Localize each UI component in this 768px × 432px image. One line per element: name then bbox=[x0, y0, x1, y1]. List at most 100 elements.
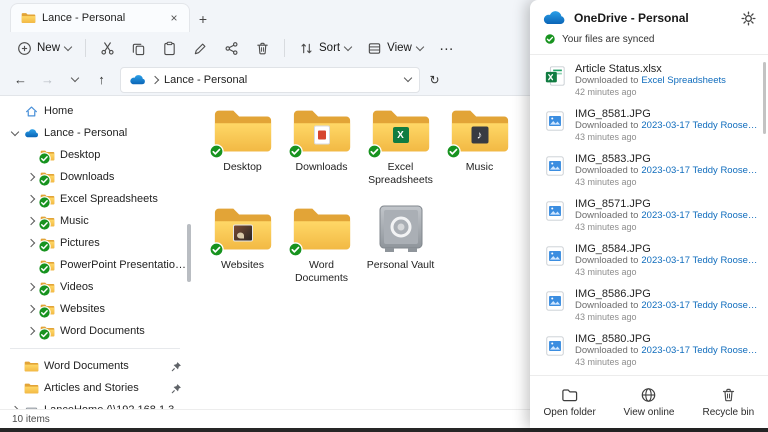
sidebar-item-music[interactable]: Music bbox=[4, 210, 186, 232]
address-input[interactable]: Lance - Personal bbox=[120, 67, 420, 93]
chevron-right-icon[interactable] bbox=[26, 305, 34, 313]
up-button[interactable] bbox=[89, 68, 114, 92]
delete-icon bbox=[255, 41, 270, 56]
chevron-right-icon[interactable] bbox=[26, 195, 34, 203]
pin-icon bbox=[171, 383, 182, 394]
view-online-button[interactable]: View online bbox=[609, 376, 688, 428]
activity-item[interactable]: IMG_8581.JPG Downloaded to2023-03-17 Ted… bbox=[530, 103, 768, 148]
sidebar-item-excel-spreadsheets[interactable]: Excel Spreadsheets bbox=[4, 188, 186, 210]
globe-icon bbox=[640, 387, 657, 403]
sidebar-scrollbar[interactable] bbox=[187, 224, 191, 282]
sidebar-item-downloads[interactable]: Downloads bbox=[4, 166, 186, 188]
sync-badge-icon bbox=[37, 152, 52, 165]
activity-item[interactable]: IMG_8584.JPG Downloaded to2023-03-17 Ted… bbox=[530, 238, 768, 283]
divider bbox=[10, 348, 180, 349]
photo-content-icon bbox=[233, 225, 253, 242]
footer-button-label: Recycle bin bbox=[702, 407, 754, 418]
file-tile-downloads[interactable]: Downloads bbox=[282, 102, 361, 198]
activity-target-link[interactable]: 2023-03-17 Teddy Roose… bbox=[641, 345, 757, 357]
folder-outline-icon bbox=[561, 387, 578, 403]
delete-button[interactable] bbox=[248, 37, 277, 60]
activity-target-link[interactable]: 2023-03-17 Teddy Roose… bbox=[641, 300, 757, 312]
activity-item[interactable]: IMG_8571.JPG Downloaded to2023-03-17 Ted… bbox=[530, 193, 768, 238]
screen: Lance - Personal New bbox=[0, 0, 768, 432]
refresh-button[interactable] bbox=[422, 68, 447, 92]
rename-button[interactable] bbox=[186, 37, 215, 60]
sidebar-item-desktop[interactable]: Desktop bbox=[4, 144, 186, 166]
file-name: Websites bbox=[221, 259, 264, 272]
open-folder-button[interactable]: Open folder bbox=[530, 376, 609, 428]
onedrive-cloud-icon bbox=[542, 10, 566, 26]
new-button[interactable]: New bbox=[10, 37, 78, 60]
sidebar-item-videos[interactable]: Videos bbox=[4, 276, 186, 298]
sidebar-item-word-documents[interactable]: Word Documents bbox=[4, 320, 186, 342]
sidebar-item-label: Pictures bbox=[60, 237, 100, 249]
file-tile-personal-vault[interactable]: Personal Vault bbox=[361, 200, 440, 296]
folder-icon bbox=[40, 325, 55, 338]
activity-target-link[interactable]: 2023-03-17 Teddy Roose… bbox=[641, 120, 757, 132]
sidebar-item-label: Excel Spreadsheets bbox=[60, 193, 158, 205]
activity-time: 43 minutes ago bbox=[575, 267, 757, 278]
folder-icon bbox=[24, 360, 39, 373]
file-tile-excel-spreadsheets[interactable]: Excel Spreadsheets bbox=[361, 102, 440, 198]
sync-badge-icon bbox=[288, 144, 303, 159]
folder-icon bbox=[40, 281, 55, 294]
panel-scrollbar[interactable] bbox=[763, 62, 766, 134]
navigation-pane: Home Lance - Personal Desktop Downloads bbox=[0, 96, 190, 410]
activity-file-name: IMG_8571.JPG bbox=[575, 198, 757, 210]
paste-icon bbox=[162, 41, 177, 56]
sidebar-item-pictures[interactable]: Pictures bbox=[4, 232, 186, 254]
tab-title: Lance - Personal bbox=[42, 12, 159, 24]
chevron-right-icon[interactable] bbox=[26, 283, 34, 291]
activity-item[interactable]: IMG_8580.JPG Downloaded to2023-03-17 Ted… bbox=[530, 328, 768, 373]
folder-icon bbox=[40, 193, 55, 206]
recent-locations-button[interactable] bbox=[62, 68, 87, 92]
sidebar-item-onedrive[interactable]: Lance - Personal bbox=[4, 122, 186, 144]
chevron-right-icon[interactable] bbox=[26, 327, 34, 335]
chevron-right-icon[interactable] bbox=[26, 239, 34, 247]
chevron-right-icon[interactable] bbox=[26, 217, 34, 225]
view-button[interactable]: View bbox=[360, 37, 430, 60]
copy-button[interactable] bbox=[124, 37, 153, 60]
recycle-bin-button[interactable]: Recycle bin bbox=[689, 376, 768, 428]
new-tab-button[interactable] bbox=[190, 6, 216, 32]
file-tile-music[interactable]: Music bbox=[440, 102, 519, 198]
view-icon bbox=[367, 41, 382, 56]
sidebar-item-websites[interactable]: Websites bbox=[4, 298, 186, 320]
pinned-item-word-documents[interactable]: Word Documents bbox=[4, 355, 186, 377]
activity-target-link[interactable]: Excel Spreadsheets bbox=[641, 75, 726, 87]
gear-icon[interactable] bbox=[741, 11, 756, 26]
pin-icon bbox=[171, 361, 182, 372]
share-button[interactable] bbox=[217, 37, 246, 60]
sync-badge-icon bbox=[37, 284, 52, 297]
tab-close-icon[interactable] bbox=[165, 9, 183, 27]
taskbar-edge bbox=[0, 428, 768, 432]
activity-target-link[interactable]: 2023-03-17 Teddy Roose… bbox=[641, 210, 757, 222]
activity-item[interactable]: IMG_8586.JPG Downloaded to2023-03-17 Ted… bbox=[530, 283, 768, 328]
cut-icon bbox=[100, 41, 115, 56]
sidebar-item-home[interactable]: Home bbox=[4, 100, 186, 122]
paste-button[interactable] bbox=[155, 37, 184, 60]
activity-item[interactable]: IMG_8583.JPG Downloaded to2023-03-17 Ted… bbox=[530, 148, 768, 193]
back-button[interactable] bbox=[8, 68, 33, 92]
cut-button[interactable] bbox=[93, 37, 122, 60]
sort-button[interactable]: Sort bbox=[292, 37, 358, 60]
activity-target-link[interactable]: 2023-03-17 Teddy Roose… bbox=[641, 255, 757, 267]
chevron-right-icon[interactable] bbox=[26, 173, 34, 181]
forward-button[interactable] bbox=[35, 68, 60, 92]
sidebar-item-label: Articles and Stories bbox=[44, 382, 139, 394]
more-options-button[interactable] bbox=[432, 36, 461, 61]
onedrive-cloud-icon bbox=[24, 127, 39, 140]
chevron-down-icon[interactable] bbox=[10, 127, 18, 135]
sidebar-item-powerpoint-presentations[interactable]: PowerPoint Presentations bbox=[4, 254, 186, 276]
activity-action: Downloaded to bbox=[575, 210, 638, 222]
file-tile-word-documents[interactable]: Word Documents bbox=[282, 200, 361, 296]
sync-badge-icon bbox=[288, 242, 303, 257]
file-tile-desktop[interactable]: Desktop bbox=[203, 102, 282, 198]
activity-item[interactable]: Article Status.xlsx Downloaded toExcel S… bbox=[530, 58, 768, 103]
activity-target-link[interactable]: 2023-03-17 Teddy Roose… bbox=[641, 165, 757, 177]
explorer-tab[interactable]: Lance - Personal bbox=[10, 3, 190, 32]
file-tile-websites[interactable]: Websites bbox=[203, 200, 282, 296]
pinned-item-articles-and-stories[interactable]: Articles and Stories bbox=[4, 377, 186, 399]
image-file-icon bbox=[544, 154, 566, 178]
